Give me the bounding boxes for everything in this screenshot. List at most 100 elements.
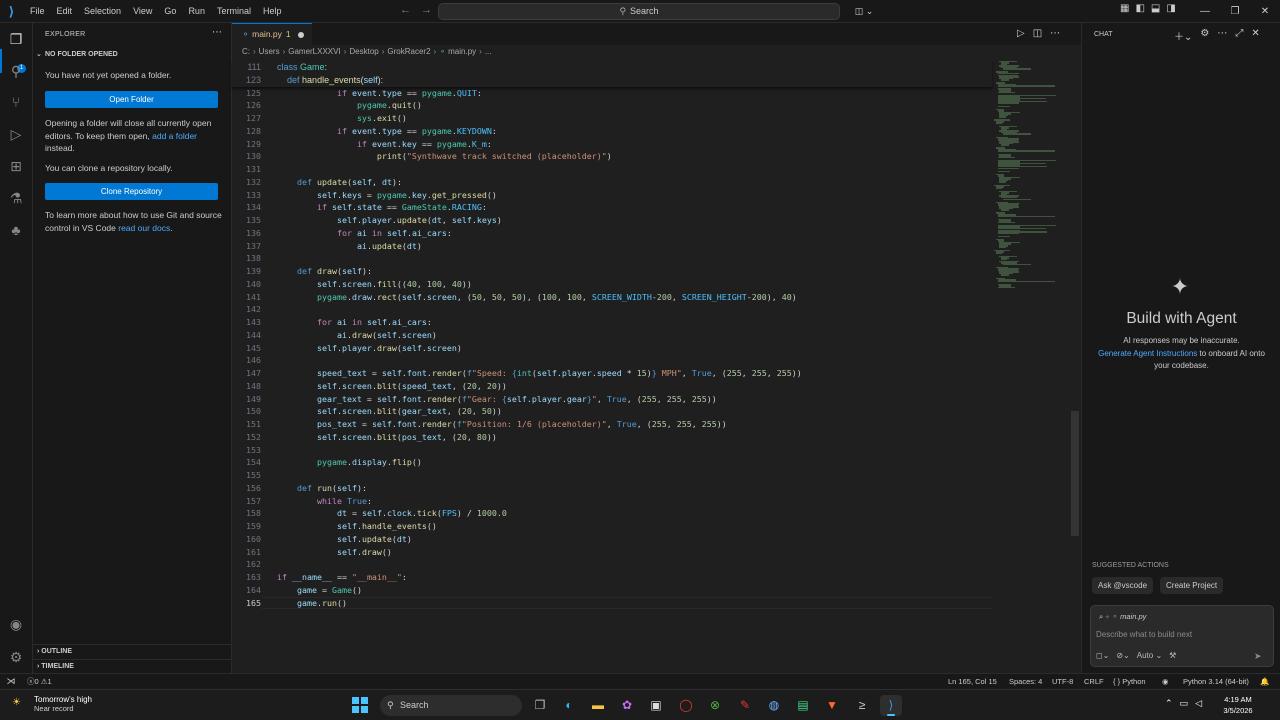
opera-icon[interactable]: ◯ <box>675 695 697 716</box>
menu-terminal[interactable]: Terminal <box>211 0 257 23</box>
copilot-status-icon[interactable]: ◉ <box>1162 674 1169 689</box>
generate-instructions-link[interactable]: Generate Agent Instructions <box>1098 349 1197 358</box>
brave-browser-icon[interactable]: ▼ <box>821 695 843 716</box>
timeline-section-header[interactable]: › TIMELINE <box>33 659 232 672</box>
python-interpreter[interactable]: Python 3.14 (64-bit) <box>1183 674 1249 689</box>
code-line[interactable]: 135 self.player.update(dt, self.keys) <box>232 214 992 227</box>
code-line[interactable]: 151 pos_text = self.font.render(f"Positi… <box>232 418 992 431</box>
code-line[interactable]: 123 def handle_events(self): <box>232 74 992 87</box>
code-line[interactable]: 158 dt = self.clock.tick(FPS) / 1000.0 <box>232 507 992 520</box>
settings-gear-icon[interactable]: ⚙ <box>1200 28 1209 43</box>
outline-section-header[interactable]: › OUTLINE <box>33 644 232 657</box>
copilot-menu-button[interactable]: ◫ ⌄ <box>848 4 880 19</box>
menu-view[interactable]: View <box>127 0 158 23</box>
start-button-icon[interactable] <box>352 697 368 713</box>
chevron-up-icon[interactable]: ⌃ <box>1165 698 1173 709</box>
toggle-secondary-sidebar-icon[interactable]: ◨ <box>1166 3 1175 14</box>
breadcrumb-item[interactable]: Users <box>259 47 280 56</box>
code-line[interactable]: 159 self.handle_events() <box>232 520 992 533</box>
new-chat-icon[interactable]: ＋⌄ <box>1174 28 1192 43</box>
testing-icon[interactable]: ⚗ <box>7 189 25 207</box>
close-icon[interactable]: ✕ <box>1251 28 1259 43</box>
menu-help[interactable]: Help <box>257 0 288 23</box>
language-mode[interactable]: { } Python <box>1113 674 1146 689</box>
code-line[interactable]: 150 self.screen.blit(gear_text, (20, 50)… <box>232 405 992 418</box>
minimize-icon[interactable]: — <box>1190 0 1220 23</box>
volume-icon[interactable]: ◁ <box>1195 698 1202 709</box>
code-line[interactable]: 160 self.update(dt) <box>232 533 992 546</box>
code-line[interactable]: 130 print("Synthwave track switched (pla… <box>232 150 992 163</box>
menu-file[interactable]: File <box>24 0 51 23</box>
chat-placeholder[interactable]: Describe what to build next <box>1096 630 1192 639</box>
problems-indicator[interactable]: ⓧ0 ⚠1 <box>27 674 52 689</box>
code-line[interactable]: 164 game = Game() <box>232 584 992 597</box>
task-view-icon[interactable]: ❐ <box>529 695 551 716</box>
cursor-position[interactable]: Ln 165, Col 15 <box>948 674 997 689</box>
code-line[interactable]: 145 self.player.draw(self.screen) <box>232 342 992 355</box>
code-line[interactable]: 149 gear_text = self.font.render(f"Gear:… <box>232 393 992 406</box>
model-picker[interactable]: Auto ⌄ <box>1137 651 1162 660</box>
explorer-icon[interactable]: ❐ <box>7 30 25 48</box>
split-editor-icon[interactable]: ◫ <box>1033 28 1042 39</box>
code-line[interactable]: 137 ai.update(dt) <box>232 240 992 253</box>
copilot-app-icon[interactable]: ✿ <box>616 695 638 716</box>
chat-input-box[interactable]: ⌕ + ⚬ main.py Describe what to build nex… <box>1090 605 1274 667</box>
create-project-button[interactable]: Create Project <box>1160 577 1224 594</box>
manage-gear-icon[interactable]: ⚙ <box>7 648 25 666</box>
unsaved-dot-icon[interactable] <box>298 32 304 38</box>
more-actions-icon[interactable]: ⋯ <box>1050 28 1060 39</box>
read-docs-link[interactable]: read our docs <box>118 223 170 233</box>
back-arrow-icon[interactable]: ← <box>400 4 411 16</box>
agent-mode-icon[interactable]: ◻⌄ <box>1096 651 1109 660</box>
code-line[interactable]: 154 pygame.display.flip() <box>232 456 992 469</box>
ask-vscode-button[interactable]: Ask @vscode <box>1092 577 1154 594</box>
python-icon[interactable]: ♣ <box>7 221 25 239</box>
app-icon-globe[interactable]: ◍ <box>763 695 785 716</box>
add-folder-link[interactable]: add a folder <box>152 131 197 141</box>
breadcrumb-item[interactable]: main.py <box>448 47 476 56</box>
xbox-icon[interactable]: ⊗ <box>704 695 726 716</box>
code-line[interactable]: 148 self.screen.blit(speed_text, (20, 20… <box>232 380 992 393</box>
breadcrumb-item[interactable]: GrokRacer2 <box>387 47 430 56</box>
menu-selection[interactable]: Selection <box>78 0 127 23</box>
clone-repository-button[interactable]: Clone Repository <box>45 183 218 200</box>
code-line[interactable]: 129 if event.key == pygame.K_m: <box>232 138 992 151</box>
toggle-primary-sidebar-icon[interactable]: ◧ <box>1135 3 1144 14</box>
code-line[interactable]: 162 <box>232 558 992 571</box>
menu-go[interactable]: Go <box>158 0 182 23</box>
code-line[interactable]: 111 class Game: <box>232 61 992 74</box>
extensions-icon[interactable]: ⊞ <box>7 157 25 175</box>
code-line[interactable]: 134 if self.state == GameState.RACING: <box>232 201 992 214</box>
maximize-icon[interactable]: ⤢ <box>1235 28 1243 43</box>
end-of-line[interactable]: CRLF <box>1084 674 1104 689</box>
edge-browser-icon[interactable]: ◐ <box>558 695 580 716</box>
tab-main-py[interactable]: ⚬ main.py 1 <box>232 23 312 45</box>
code-line[interactable]: 127 sys.exit() <box>232 112 992 125</box>
customize-layout-icon[interactable]: ▦ <box>1120 3 1129 14</box>
tools-icon[interactable]: ⊘⌄ <box>1116 651 1129 660</box>
code-line[interactable]: 126 pygame.quit() <box>232 99 992 112</box>
forward-arrow-icon[interactable]: → <box>421 4 432 16</box>
code-line[interactable]: 157 while True: <box>232 495 992 508</box>
code-line[interactable]: 147 speed_text = self.font.render(f"Spee… <box>232 367 992 380</box>
breadcrumb-item[interactable]: C: <box>242 47 250 56</box>
code-line[interactable]: 125 if event.type == pygame.QUIT: <box>232 87 992 100</box>
code-line[interactable]: 155 <box>232 469 992 482</box>
remote-indicator-icon[interactable]: ⋊ <box>0 674 22 689</box>
app-icon[interactable]: ✎ <box>734 695 756 716</box>
open-folder-button[interactable]: Open Folder <box>45 91 218 108</box>
taskbar-search[interactable]: ⚲ Search <box>380 695 522 716</box>
send-icon[interactable]: ➤ <box>1254 651 1262 662</box>
code-area[interactable]: 124125 if event.type == pygame.QUIT:126 … <box>232 61 992 610</box>
terminal-icon[interactable]: ≥ <box>851 695 873 716</box>
breadcrumb-item[interactable]: Desktop <box>349 47 378 56</box>
code-line[interactable]: 128 if event.type == pygame.KEYDOWN: <box>232 125 992 138</box>
notifications-bell-icon[interactable]: 🔔 <box>1260 674 1269 689</box>
code-line[interactable]: 163 if __name__ == "__main__": <box>232 571 992 584</box>
vertical-scrollbar[interactable] <box>1071 411 1079 536</box>
code-line[interactable]: 156 def run(self): <box>232 482 992 495</box>
encoding[interactable]: UTF-8 <box>1052 674 1073 689</box>
code-line[interactable]: 132 def update(self, dt): <box>232 176 992 189</box>
code-line[interactable]: 165 game.run() <box>232 596 992 610</box>
code-line[interactable]: 131 <box>232 163 992 176</box>
